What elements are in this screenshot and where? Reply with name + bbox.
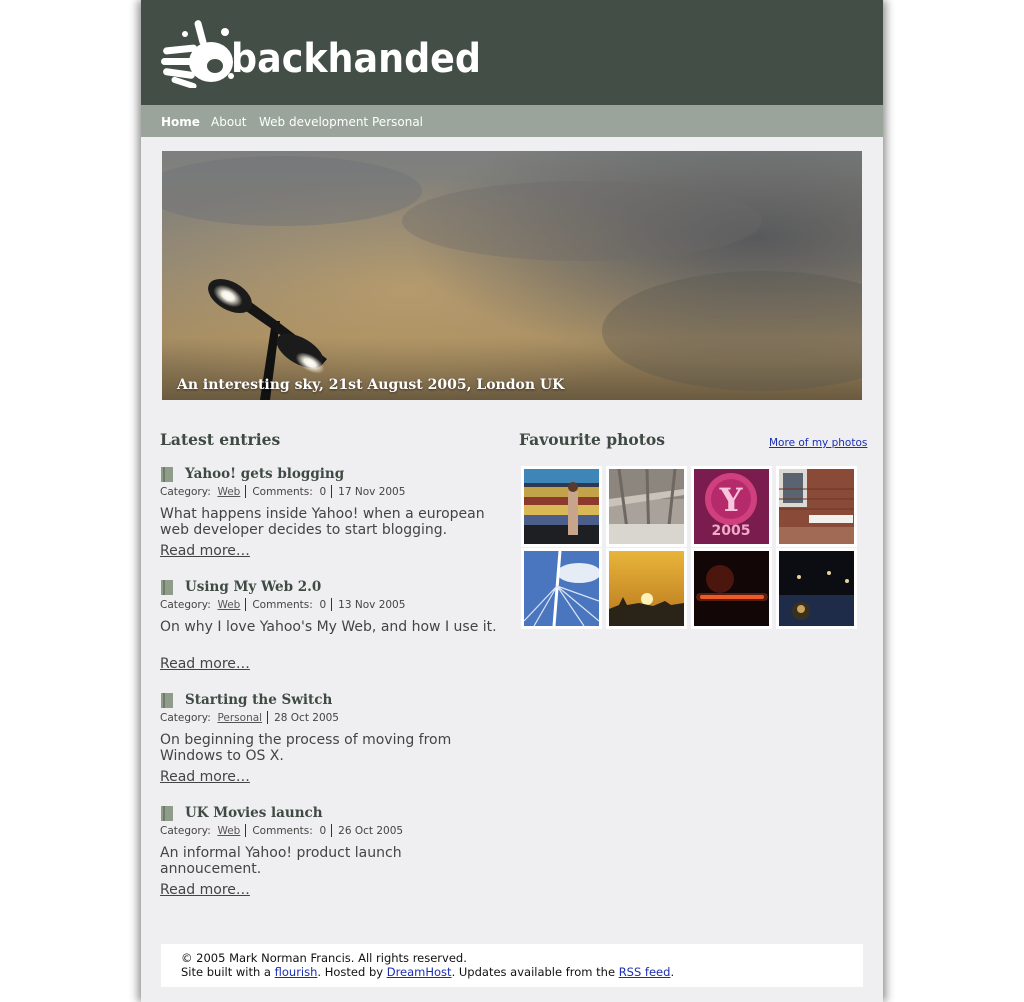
- document-icon: [161, 467, 173, 482]
- category-label: Category:: [160, 825, 211, 837]
- category-link[interactable]: Web: [217, 599, 240, 611]
- comments-label: Comments:: [252, 486, 313, 498]
- svg-text:Y: Y: [719, 481, 744, 519]
- updates-prefix: . Updates available from the: [451, 965, 619, 979]
- meta-divider: [267, 711, 269, 724]
- svg-text:2005: 2005: [712, 523, 751, 539]
- meta-divider: [245, 598, 247, 611]
- logo-wordmark: backhanded: [231, 36, 481, 82]
- entry-meta: Category: Personal 28 Oct 2005: [160, 711, 339, 725]
- read-more-link[interactable]: Read more…: [160, 769, 250, 785]
- comments-label: Comments:: [252, 599, 313, 611]
- footer-credits: Site built with a flourish. Hosted by Dr…: [181, 965, 674, 979]
- meta-divider: [331, 824, 333, 837]
- entry-title-link[interactable]: Using My Web 2.0: [185, 579, 321, 595]
- hero-caption: An interesting sky, 21st August 2005, Lo…: [177, 377, 565, 393]
- document-icon: [161, 693, 173, 708]
- comments-count: 0: [319, 599, 327, 611]
- dreamhost-link[interactable]: DreamHost: [387, 965, 452, 979]
- copyright-text: © 2005 Mark Norman Francis. All rights r…: [181, 951, 467, 965]
- entry-summary: On why I love Yahoo's My Web, and how I …: [160, 619, 497, 635]
- footer-suffix: .: [670, 965, 675, 979]
- entry-summary: On beginning the process of moving from …: [160, 732, 452, 764]
- flourish-link[interactable]: flourish: [275, 965, 318, 979]
- photo-thumbnail-bridge[interactable]: [521, 548, 602, 629]
- photo-thumbnail-train[interactable]: [521, 466, 602, 547]
- favourite-photos-heading: Favourite photos: [519, 430, 665, 449]
- rss-feed-link[interactable]: RSS feed: [619, 965, 671, 979]
- latest-entries-heading: Latest entries: [160, 430, 281, 449]
- entry-item: UK Movies launch Category: Web Comments: …: [160, 805, 500, 901]
- meta-divider: [245, 485, 247, 498]
- photo-thumbnail-yahoo-ice[interactable]: Y 2005: [691, 466, 772, 547]
- entry-summary: What happens inside Yahoo! when a europe…: [160, 506, 485, 538]
- bridge-cables-photo: [524, 551, 599, 626]
- meta-divider: [245, 824, 247, 837]
- meta-divider: [331, 485, 333, 498]
- nav-item-about[interactable]: About: [211, 105, 246, 137]
- entry-item: Yahoo! gets blogging Category: Web Commen…: [160, 466, 500, 562]
- sunset-skyline-photo: [609, 551, 684, 626]
- document-icon: [161, 806, 173, 821]
- train-blur-photo: [524, 469, 599, 544]
- masthead: backhanded: [141, 0, 883, 105]
- entry-meta: Category: Web Comments: 0 13 Nov 2005: [160, 598, 405, 612]
- entry-date: 26 Oct 2005: [338, 825, 404, 837]
- entry-date: 28 Oct 2005: [274, 712, 339, 724]
- category-label: Category:: [160, 599, 211, 611]
- photo-thumbnail-sunset[interactable]: [606, 548, 687, 629]
- document-icon: [161, 580, 173, 595]
- photo-thumbnail-pool-table[interactable]: [776, 548, 857, 629]
- page-container: backhanded Home About Web development Pe…: [141, 0, 883, 1002]
- entry-title-link[interactable]: Starting the Switch: [185, 692, 332, 708]
- photo-thumbnail-brick-street[interactable]: [776, 466, 857, 547]
- read-more-link[interactable]: Read more…: [160, 656, 250, 672]
- category-label: Category:: [160, 486, 211, 498]
- hero-image: An interesting sky, 21st August 2005, Lo…: [162, 151, 862, 400]
- entry-meta: Category: Web Comments: 0 26 Oct 2005: [160, 824, 403, 838]
- more-photos-link[interactable]: More of my photos: [769, 437, 867, 449]
- sky-photo: [162, 151, 862, 400]
- station-roof-photo: [609, 469, 684, 544]
- nav-item-web-development[interactable]: Web development: [259, 105, 368, 137]
- category-link[interactable]: Personal: [217, 712, 262, 724]
- entry-summary: An informal Yahoo! product launch annouc…: [160, 845, 402, 877]
- comments-count: 0: [319, 486, 327, 498]
- entry-title-link[interactable]: UK Movies launch: [185, 805, 323, 821]
- pool-table-photo: [779, 551, 854, 626]
- entry-item: Starting the Switch Category: Personal 28…: [160, 692, 500, 788]
- category-label: Category:: [160, 712, 211, 724]
- yahoo-ice-sculpture-photo: Y 2005: [694, 469, 769, 544]
- nav-item-personal[interactable]: Personal: [372, 105, 423, 137]
- read-more-link[interactable]: Read more…: [160, 882, 250, 898]
- brick-street-sign-photo: [779, 469, 854, 544]
- hosted-prefix: . Hosted by: [317, 965, 387, 979]
- entry-date: 17 Nov 2005: [338, 486, 406, 498]
- site-footer: © 2005 Mark Norman Francis. All rights r…: [161, 944, 863, 987]
- entry-date: 13 Nov 2005: [338, 599, 406, 611]
- category-link[interactable]: Web: [217, 486, 240, 498]
- read-more-link[interactable]: Read more…: [160, 543, 250, 559]
- entry-item: Using My Web 2.0 Category: Web Comments: …: [160, 579, 500, 675]
- photo-thumbnail-night-glow[interactable]: [691, 548, 772, 629]
- night-glow-photo: [694, 551, 769, 626]
- category-link[interactable]: Web: [217, 825, 240, 837]
- meta-divider: [331, 598, 333, 611]
- comments-count: 0: [319, 825, 327, 837]
- entry-title-link[interactable]: Yahoo! gets blogging: [185, 466, 344, 482]
- site-logo[interactable]: backhanded: [161, 16, 483, 90]
- nav-item-home[interactable]: Home: [161, 105, 200, 137]
- backhanded-logo-icon: backhanded: [161, 20, 481, 90]
- entry-meta: Category: Web Comments: 0 17 Nov 2005: [160, 485, 405, 499]
- main-navigation: Home About Web development Personal: [141, 105, 883, 137]
- comments-label: Comments:: [252, 825, 313, 837]
- built-prefix: Site built with a: [181, 965, 275, 979]
- photo-thumbnail-station[interactable]: [606, 466, 687, 547]
